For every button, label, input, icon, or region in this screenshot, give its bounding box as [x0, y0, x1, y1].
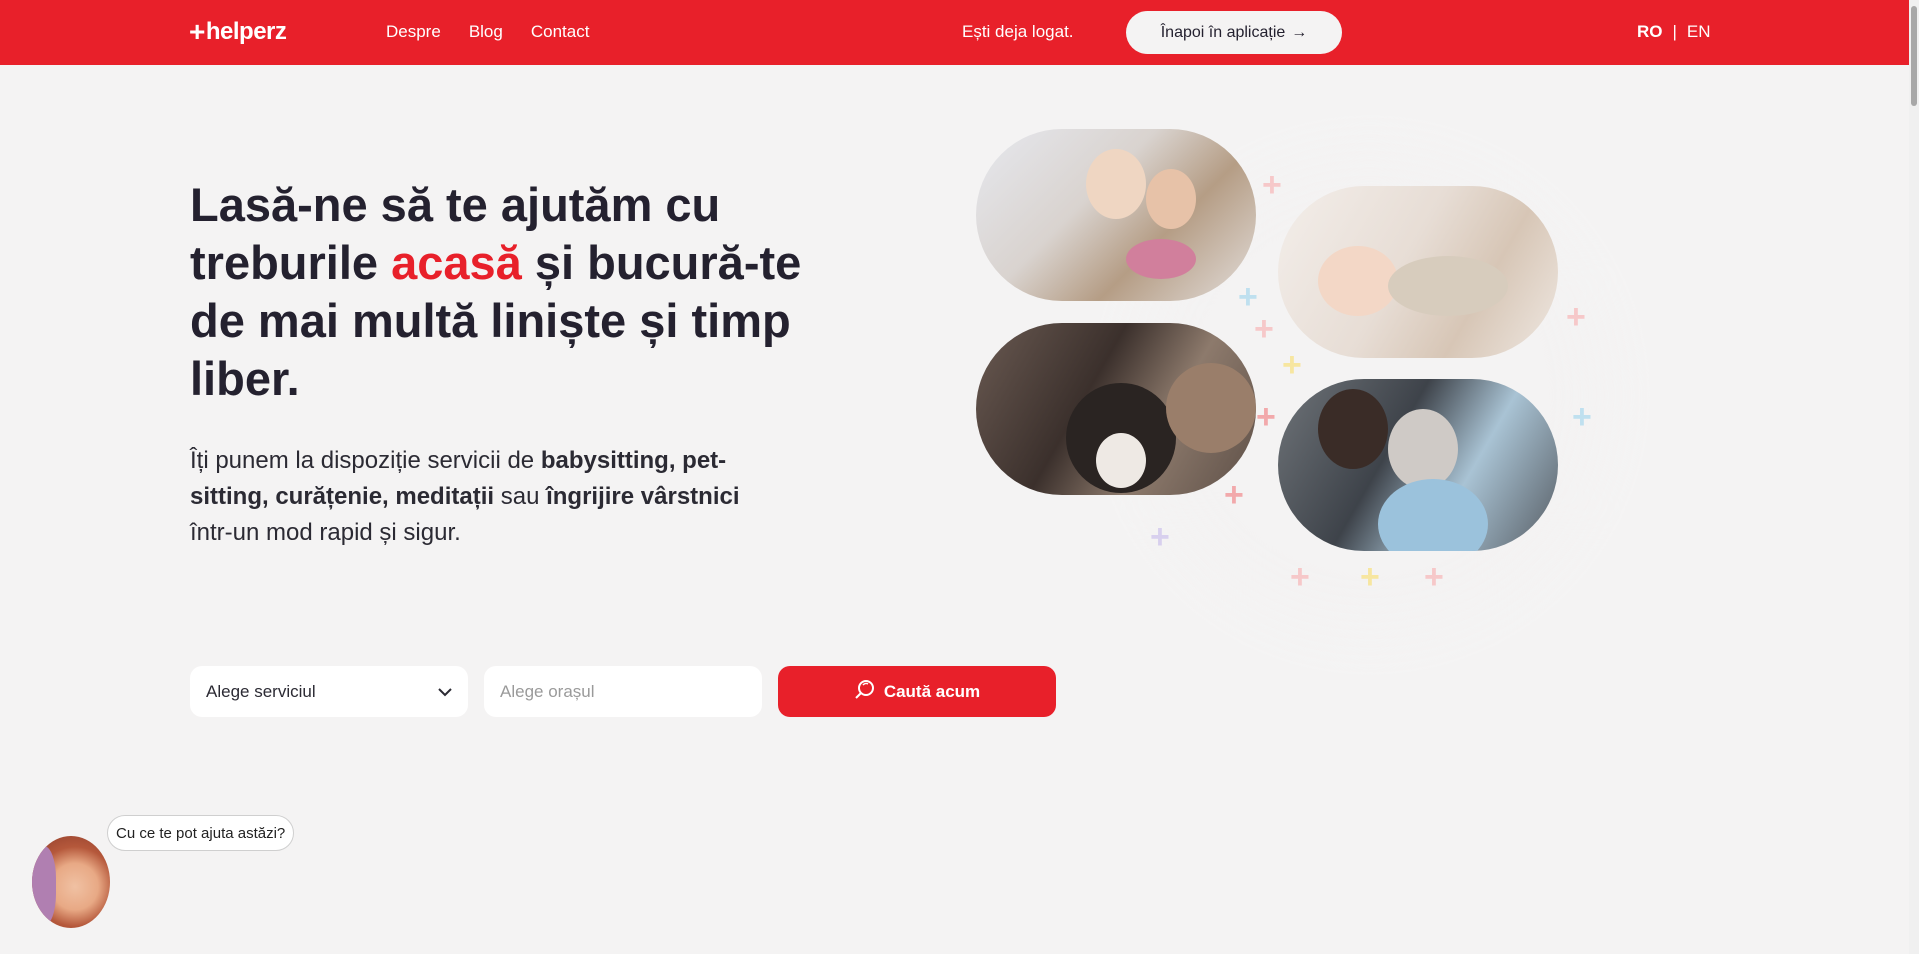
headline-accent-word: acasă [391, 236, 522, 289]
photo-caregiver-with-elderly-woman [1278, 379, 1558, 551]
plus-mark: + [1150, 518, 1170, 556]
lang-separator: | [1672, 22, 1677, 41]
arrow-right-icon: → [1291, 23, 1308, 41]
plus-mark: + [1360, 558, 1380, 596]
main-nav: Despre Blog Contact [386, 22, 589, 42]
photo-mother-reading-to-child [976, 129, 1256, 301]
plus-mark: + [1224, 476, 1244, 514]
nav-link-contact[interactable]: Contact [531, 22, 590, 42]
plus-mark: + [1566, 298, 1586, 336]
chevron-down-icon [438, 682, 452, 702]
service-select-value: Alege serviciul [206, 681, 316, 701]
plus-mark: + [1282, 346, 1302, 384]
page-scrollbar[interactable] [1909, 0, 1919, 954]
lang-ro[interactable]: RO [1637, 22, 1663, 42]
lang-en[interactable]: EN [1687, 22, 1711, 42]
service-select[interactable]: Alege serviciul [190, 666, 468, 717]
nav-link-blog[interactable]: Blog [469, 22, 503, 42]
search-icon [854, 678, 876, 705]
nav-link-despre[interactable]: Despre [386, 22, 441, 42]
city-input[interactable] [484, 666, 762, 717]
plus-mark: + [1256, 398, 1276, 436]
search-button-label: Caută acum [883, 681, 981, 701]
photo-baby-lying-down [1278, 186, 1558, 358]
plus-mark: + [1254, 310, 1274, 348]
plus-mark: + [1424, 558, 1444, 596]
assistant-speech-bubble[interactable]: Cu ce te pot ajuta astăzi? [107, 815, 295, 851]
back-to-app-button[interactable]: Înapoi în aplicație → [1126, 11, 1342, 54]
photo-woman-with-dog-and-cat [976, 323, 1256, 495]
back-to-app-label: Înapoi în aplicație [1160, 23, 1286, 41]
language-switcher: RO | EN [1637, 22, 1711, 42]
helperz-logo[interactable]: + helperz [189, 16, 287, 47]
logo-plus-icon: + [189, 16, 205, 47]
plus-mark: + [1262, 166, 1282, 204]
plus-mark: + [1572, 398, 1592, 436]
plus-mark: + [1290, 558, 1310, 596]
logged-in-text: Ești deja logat. [962, 22, 1074, 41]
plus-mark: + [1238, 278, 1258, 316]
hero-headline: Lasă-ne să te ajutăm cu treburile acasă … [190, 178, 802, 405]
hero-subtitle: Îți punem la dispoziție servicii de baby… [190, 447, 740, 546]
search-button[interactable]: Caută acum [778, 666, 1056, 717]
top-navigation-bar: + helperz Despre Blog Contact Ești deja l… [0, 0, 1919, 65]
scrollbar-thumb[interactable] [1911, 6, 1917, 106]
assistant-avatar[interactable] [32, 836, 110, 928]
